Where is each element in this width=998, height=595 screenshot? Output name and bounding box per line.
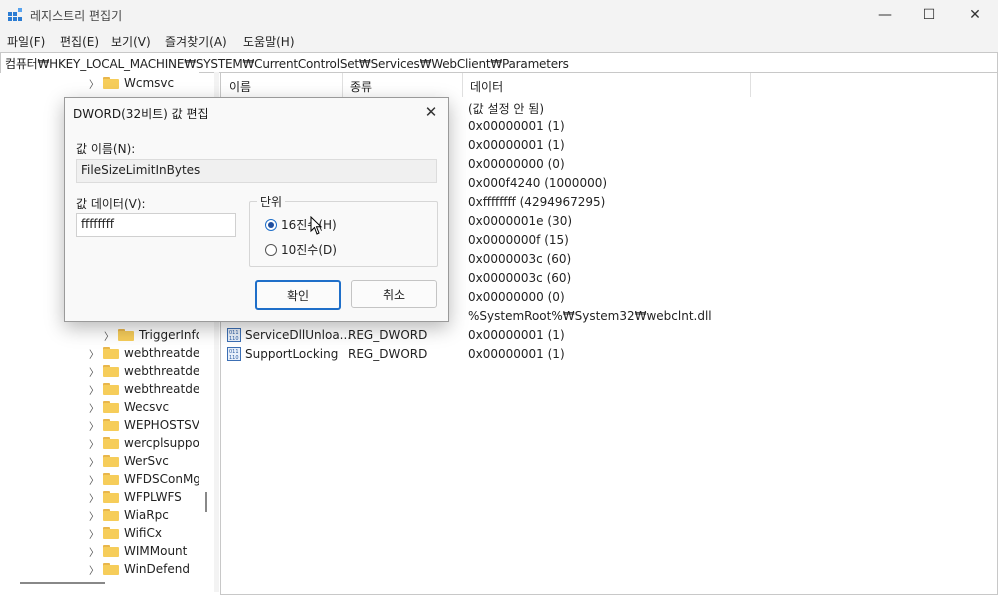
dialog-title: DWORD(32비트) 값 편집: [73, 107, 209, 121]
chevron-right-icon[interactable]: 〉: [87, 382, 101, 397]
folder-icon: [103, 527, 119, 539]
close-window-button[interactable]: ✕: [952, 0, 998, 30]
chevron-right-icon[interactable]: 〉: [87, 418, 101, 433]
menu-bar: 파일(F) 편집(E) 보기(V) 즐겨찾기(A) 도움말(H): [0, 30, 998, 52]
folder-icon: [103, 419, 119, 431]
column-header-name[interactable]: 이름: [221, 73, 343, 97]
chevron-right-icon[interactable]: 〉: [87, 490, 101, 505]
table-row[interactable]: 011 110 SupportLocking REG_DWORD 0x00000001…: [221, 345, 821, 364]
folder-icon: [103, 365, 119, 377]
value-data-field[interactable]: [76, 213, 236, 237]
table-row[interactable]: 011 110 ServiceDllUnloa... REG_DWORD 0x0000…: [221, 326, 821, 345]
folder-icon: [103, 437, 119, 449]
cancel-button[interactable]: 취소: [351, 280, 437, 308]
radio-button-checked[interactable]: [265, 218, 277, 231]
chevron-right-icon[interactable]: 〉: [87, 526, 101, 541]
reg-dword-icon: 011110: [227, 328, 241, 342]
tree-item[interactable]: 〉 WinDefend: [87, 560, 190, 575]
maximize-button[interactable]: ☐: [906, 0, 952, 30]
folder-icon: [103, 509, 119, 521]
chevron-right-icon[interactable]: 〉: [87, 76, 101, 91]
chevron-right-icon[interactable]: 〉: [87, 562, 101, 576]
tree-item[interactable]: 〉webthreatdefu: [87, 380, 199, 398]
tree-item[interactable]: 〉 WFDSConMgr: [87, 470, 199, 488]
svg-text:110: 110: [229, 355, 239, 361]
title-bar: 레지스트리 편집기 — ☐ ✕: [0, 0, 998, 30]
tree-item[interactable]: 〉WEPHOSTSVC: [87, 416, 199, 434]
menu-favorites[interactable]: 즐겨찾기(A): [165, 33, 227, 50]
value-name-label: 값 이름(N):: [76, 142, 136, 156]
radio-hexadecimal[interactable]: 16진수(H): [265, 216, 337, 233]
menu-view[interactable]: 보기(V): [111, 33, 151, 50]
base-group-title: 단위: [257, 193, 286, 210]
folder-icon: [103, 383, 119, 395]
folder-icon: [103, 347, 119, 359]
chevron-right-icon[interactable]: 〉: [87, 346, 101, 361]
tree-item[interactable]: 〉webthreatdefu: [87, 362, 199, 380]
tree-item[interactable]: 〉 TriggerInfo: [102, 326, 199, 344]
window-title: 레지스트리 편집기: [30, 9, 123, 23]
value-data-input[interactable]: [77, 214, 231, 234]
chevron-right-icon[interactable]: 〉: [102, 328, 116, 343]
tree-item[interactable]: 〉webthreatdefs: [87, 344, 199, 362]
chevron-right-icon[interactable]: 〉: [87, 544, 101, 559]
menu-file[interactable]: 파일(F): [7, 33, 45, 50]
value-data-label: 값 데이터(V):: [76, 197, 146, 211]
tree-item[interactable]: 〉wercplsupport: [87, 434, 199, 452]
column-header-data[interactable]: 데이터: [462, 73, 751, 97]
column-header-type[interactable]: 종류: [342, 73, 463, 97]
reg-dword-icon: 011110: [227, 347, 241, 361]
folder-icon: [103, 401, 119, 413]
menu-help[interactable]: 도움말(H): [243, 33, 295, 50]
tree-vertical-scrollbar[interactable]: [205, 492, 207, 512]
menu-edit[interactable]: 편집(E): [60, 33, 99, 50]
radio-decimal[interactable]: 10진수(D): [265, 241, 337, 258]
mouse-cursor-icon: [310, 216, 323, 235]
radio-button[interactable]: [265, 243, 277, 256]
folder-icon: [103, 491, 119, 503]
chevron-right-icon[interactable]: 〉: [87, 436, 101, 451]
tree-item[interactable]: 〉 WiaRpc: [87, 506, 169, 524]
tree-item[interactable]: 〉 WFPLWFS: [87, 488, 182, 506]
folder-icon: [103, 77, 119, 89]
registry-editor-icon: [8, 8, 22, 21]
tree-horizontal-scrollbar[interactable]: [20, 582, 105, 584]
minimize-button[interactable]: —: [862, 0, 908, 30]
tree-item[interactable]: 〉 Wcmsvc: [87, 74, 174, 92]
tree-item[interactable]: 〉 WIMMount: [87, 542, 187, 560]
folder-icon: [103, 545, 119, 557]
folder-icon: [103, 563, 119, 575]
folder-icon: [118, 329, 134, 341]
close-icon[interactable]: ✕: [418, 100, 444, 124]
address-bar[interactable]: 컴퓨터₩HKEY_LOCAL_MACHINE₩SYSTEM₩CurrentCon…: [0, 52, 998, 73]
edit-dword-dialog: DWORD(32비트) 값 편집 ✕ 값 이름(N): FileSizeLimi…: [64, 97, 449, 322]
value-name-field: FileSizeLimitInBytes: [76, 159, 437, 183]
svg-text:110: 110: [229, 336, 239, 342]
folder-icon: [103, 473, 119, 485]
chevron-right-icon[interactable]: 〉: [87, 508, 101, 523]
tree-item[interactable]: 〉 Wecsvc: [87, 398, 169, 416]
address-path: 컴퓨터₩HKEY_LOCAL_MACHINE₩SYSTEM₩CurrentCon…: [5, 57, 569, 71]
chevron-right-icon[interactable]: 〉: [87, 400, 101, 415]
chevron-right-icon[interactable]: 〉: [87, 454, 101, 469]
folder-icon: [103, 455, 119, 467]
ok-button[interactable]: 확인: [255, 280, 341, 310]
chevron-right-icon[interactable]: 〉: [87, 472, 101, 487]
tree-item[interactable]: 〉 WifiCx: [87, 524, 162, 542]
chevron-right-icon[interactable]: 〉: [87, 364, 101, 379]
tree-item[interactable]: 〉 WerSvc: [87, 452, 169, 470]
